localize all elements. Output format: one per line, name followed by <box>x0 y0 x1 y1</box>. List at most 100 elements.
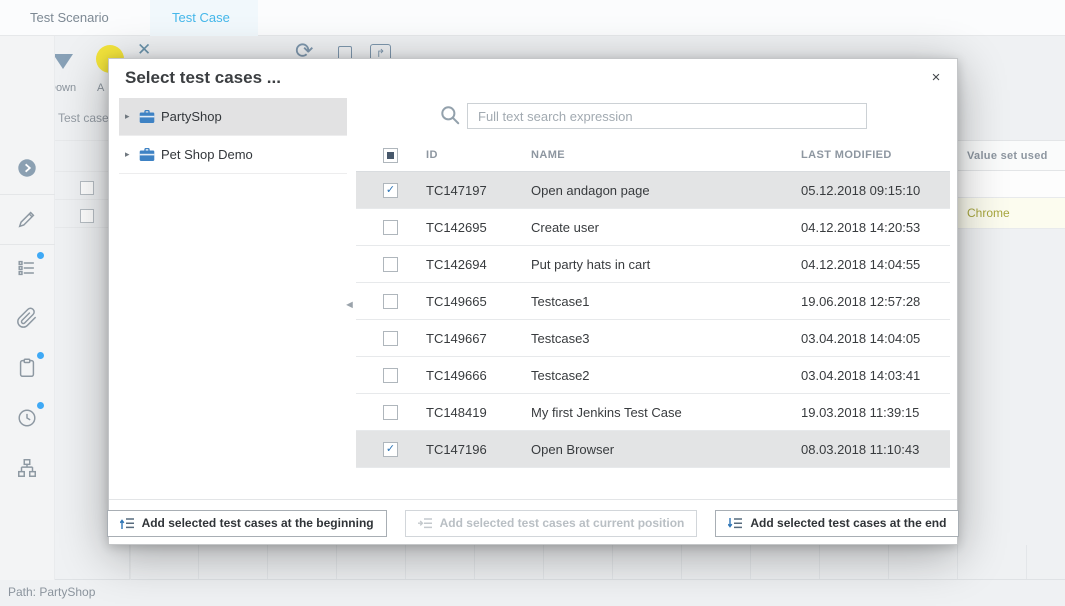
row-id: TC149666 <box>426 368 531 383</box>
background-row-checkbox[interactable] <box>80 209 94 223</box>
row-id: TC148419 <box>426 405 531 420</box>
background-grid-row <box>958 171 1065 198</box>
row-name: Put party hats in cart <box>531 257 801 272</box>
tab-test-scenario[interactable]: Test Scenario <box>30 0 109 36</box>
add-at-current-position-button[interactable]: Add selected test cases at current posit… <box>405 510 698 537</box>
row-modified: 03.04.2018 14:04:05 <box>801 331 950 346</box>
dialog-footer: Add selected test cases at the beginning… <box>109 499 957 546</box>
table-row[interactable]: TC148419 My first Jenkins Test Case 19.0… <box>356 394 950 431</box>
edit-icon[interactable] <box>16 208 38 230</box>
steps-list-icon[interactable] <box>16 257 38 279</box>
tab-test-case[interactable]: Test Case <box>172 0 230 36</box>
row-name: Open Browser <box>531 442 801 457</box>
project-tree: ▸ PartyShop ▸ Pet Shop Demo <box>119 98 347 174</box>
move-down-icon[interactable] <box>53 54 73 69</box>
row-checkbox[interactable] <box>383 368 398 383</box>
status-bar: Path: PartyShop <box>0 580 1065 606</box>
project-folder-icon <box>139 148 155 162</box>
row-checkbox[interactable]: ✓ <box>383 183 398 198</box>
row-modified: 04.12.2018 14:04:55 <box>801 257 950 272</box>
row-id: TC147197 <box>426 183 531 198</box>
background-value-set-column: Value set used Chrome <box>958 140 1065 229</box>
row-name: Testcase1 <box>531 294 801 309</box>
row-id: TC142694 <box>426 257 531 272</box>
row-checkbox[interactable] <box>383 405 398 420</box>
add-button-label: A <box>97 82 104 94</box>
table-row[interactable]: TC142694 Put party hats in cart 04.12.20… <box>356 246 950 283</box>
row-modified: 19.06.2018 12:57:28 <box>801 294 950 309</box>
row-id: TC147196 <box>426 442 531 457</box>
sidebar-divider <box>0 194 55 195</box>
column-header-name[interactable]: NAME <box>531 149 801 161</box>
row-modified: 05.12.2018 09:15:10 <box>801 183 950 198</box>
path-status-text: Path: PartyShop <box>8 585 95 599</box>
project-folder-icon <box>139 110 155 124</box>
table-header: ID NAME LAST MODIFIED <box>356 139 950 172</box>
row-checkbox[interactable] <box>383 257 398 272</box>
add-at-end-button[interactable]: Add selected test cases at the end <box>715 510 959 537</box>
collapse-tree-handle[interactable]: ◄ <box>344 299 355 311</box>
add-at-beginning-button[interactable]: Add selected test cases at the beginning <box>107 510 387 537</box>
row-name: Create user <box>531 220 801 235</box>
background-grid-line <box>55 140 108 141</box>
column-header-id[interactable]: ID <box>426 149 531 161</box>
background-row-checkbox[interactable] <box>80 181 94 195</box>
table-row[interactable]: ✓ TC147196 Open Browser 08.03.2018 11:10… <box>356 431 950 468</box>
attachment-icon[interactable] <box>16 307 38 329</box>
row-modified: 08.03.2018 11:10:43 <box>801 442 950 457</box>
tree-item-pet-shop-demo[interactable]: ▸ Pet Shop Demo <box>119 136 347 174</box>
row-modified: 03.04.2018 14:03:41 <box>801 368 950 383</box>
close-icon[interactable]: × <box>925 67 947 89</box>
value-set-cell-chrome: Chrome <box>958 198 1065 229</box>
column-header-last-modified[interactable]: LAST MODIFIED <box>801 149 950 161</box>
row-name: My first Jenkins Test Case <box>531 405 801 420</box>
background-panel-header: Test case <box>58 111 109 125</box>
top-tab-bar: Test Scenario Test Case <box>0 0 1065 36</box>
row-checkbox[interactable] <box>383 331 398 346</box>
history-badge <box>37 402 44 409</box>
history-icon[interactable] <box>16 407 38 429</box>
row-checkbox[interactable] <box>383 294 398 309</box>
select-all-checkbox[interactable] <box>383 148 398 163</box>
sidebar-divider <box>0 244 55 245</box>
background-table-grid <box>55 545 1065 580</box>
row-checkbox[interactable] <box>383 220 398 235</box>
left-icon-sidebar <box>0 36 55 580</box>
tree-item-partyshop[interactable]: ▸ PartyShop <box>119 98 347 136</box>
steps-badge <box>37 252 44 259</box>
search-icon <box>439 104 461 131</box>
table-row[interactable]: TC149665 Testcase1 19.06.2018 12:57:28 <box>356 283 950 320</box>
background-grid-line <box>55 199 108 200</box>
tree-item-label: Pet Shop Demo <box>161 147 253 162</box>
chevron-right-icon[interactable]: ▸ <box>125 149 137 160</box>
row-name: Testcase3 <box>531 331 801 346</box>
row-modified: 19.03.2018 11:39:15 <box>801 405 950 420</box>
table-row[interactable]: ✓ TC147197 Open andagon page 05.12.2018 … <box>356 172 950 209</box>
clipboard-icon[interactable] <box>16 357 38 379</box>
app-screen: Test Scenario Test Case Up Down A ✕ ⟳ ↱ <box>0 0 1065 606</box>
table-row[interactable]: TC142695 Create user 04.12.2018 14:20:53 <box>356 209 950 246</box>
delete-icon[interactable]: ✕ <box>137 40 151 60</box>
test-case-rows: ✓ TC147197 Open andagon page 05.12.2018 … <box>356 172 950 468</box>
row-name: Open andagon page <box>531 183 801 198</box>
row-modified: 04.12.2018 14:20:53 <box>801 220 950 235</box>
hierarchy-icon[interactable] <box>16 457 38 479</box>
clipboard-badge <box>37 352 44 359</box>
search-input[interactable] <box>467 103 867 129</box>
table-row[interactable]: TC149666 Testcase2 03.04.2018 14:03:41 <box>356 357 950 394</box>
row-id: TC149665 <box>426 294 531 309</box>
chevron-right-icon[interactable]: ▸ <box>125 111 137 122</box>
background-grid-line <box>55 227 108 228</box>
background-grid-line <box>130 545 131 580</box>
collapse-panel-icon[interactable] <box>16 157 38 179</box>
table-row[interactable]: TC149667 Testcase3 03.04.2018 14:04:05 <box>356 320 950 357</box>
row-id: TC142695 <box>426 220 531 235</box>
row-id: TC149667 <box>426 331 531 346</box>
row-checkbox[interactable]: ✓ <box>383 442 398 457</box>
background-grid-line <box>55 171 108 172</box>
dialog-title: Select test cases ... <box>125 68 281 88</box>
value-set-column-header: Value set used <box>958 140 1065 171</box>
test-case-table: ID NAME LAST MODIFIED ✓ TC147197 Open an… <box>356 139 950 468</box>
tree-item-label: PartyShop <box>161 109 222 124</box>
row-name: Testcase2 <box>531 368 801 383</box>
